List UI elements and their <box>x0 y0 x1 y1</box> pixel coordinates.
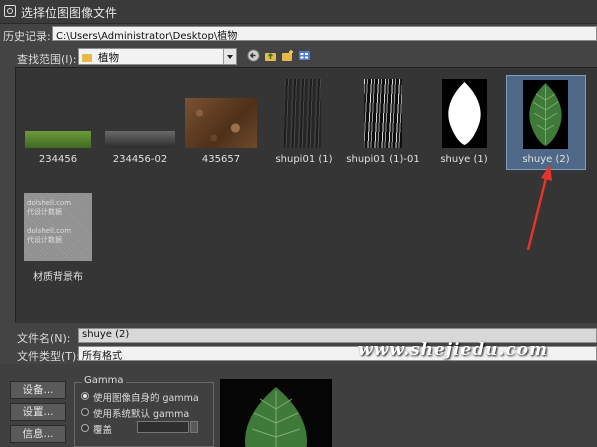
gamma-option-label: 覆盖 <box>93 425 113 436</box>
gamma-title: Gamma <box>82 375 126 386</box>
gamma-spinner[interactable] <box>190 421 198 433</box>
settings-button[interactable]: 设置... <box>10 403 66 421</box>
gamma-radio-image[interactable] <box>81 392 89 400</box>
setup-button[interactable]: 设备... <box>10 381 66 399</box>
image-preview <box>220 379 332 447</box>
gamma-option-label: 使用图像自身的 gamma <box>93 393 199 404</box>
info-button[interactable]: 信息... <box>10 425 66 443</box>
options-panel: 设备... 设置... 信息... Gamma 使用图像自身的 gamma 使用… <box>0 364 597 447</box>
gamma-radio-system[interactable] <box>81 408 89 416</box>
file-name-label: 文件名(N): <box>17 332 71 345</box>
site-watermark: www.shejiedu.com <box>358 340 549 360</box>
file-type-label: 文件类型(T): <box>17 350 81 363</box>
leaf-preview-image <box>245 387 307 447</box>
gamma-option-label: 使用系统默认 gamma <box>93 409 190 420</box>
gamma-group: Gamma 使用图像自身的 gamma 使用系统默认 gamma 覆盖 <box>74 375 214 447</box>
gamma-override-input[interactable] <box>137 421 189 433</box>
gamma-radio-override[interactable] <box>81 424 89 432</box>
